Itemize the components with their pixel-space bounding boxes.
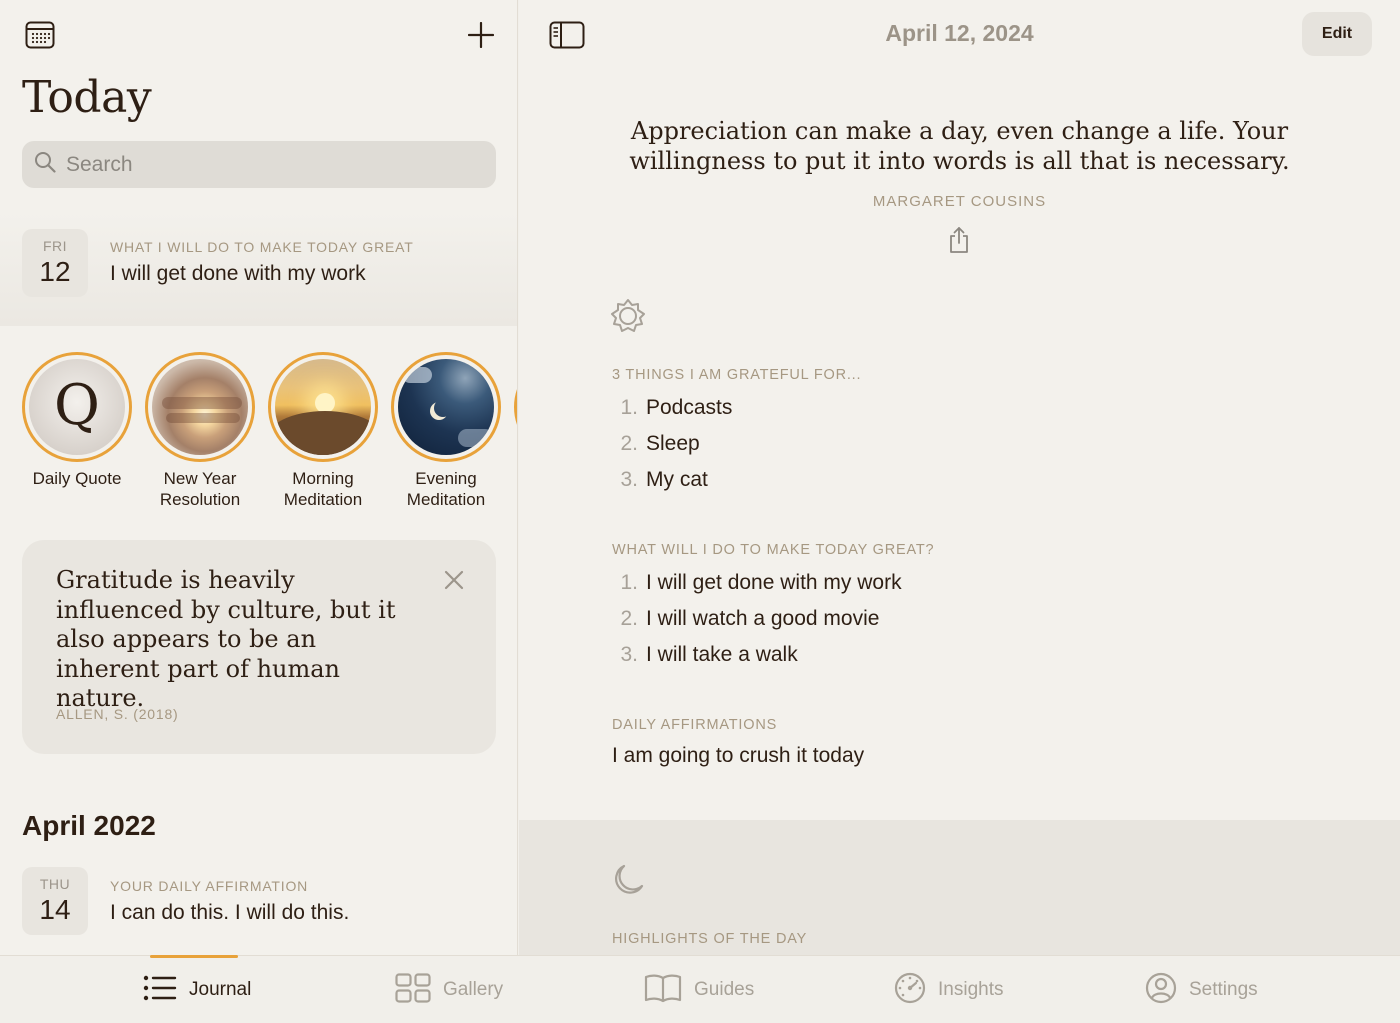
today-entry[interactable]: FRI 12 WHAT I WILL DO TO MAKE TODAY GREA…: [0, 212, 517, 326]
entry-text: I can do this. I will do this.: [110, 901, 350, 924]
affirmations-section-label: DAILY AFFIRMATIONS: [612, 717, 778, 733]
list-icon: [143, 975, 177, 1006]
list-item-text: My cat: [646, 468, 708, 491]
entry-day: 14: [39, 894, 71, 925]
entry-detail-pane: April 12, 2024 Edit Appreciation can mak…: [519, 0, 1400, 955]
story-label: New Year Resolution: [159, 469, 241, 509]
entry-day-of-week: FRI: [42, 238, 68, 254]
entry-label: WHAT I WILL DO TO MAKE TODAY GREAT: [110, 239, 414, 255]
story-next-partial[interactable]: [514, 352, 517, 462]
close-icon[interactable]: [442, 568, 466, 592]
affirmation-text[interactable]: I am going to crush it today: [612, 744, 864, 768]
entry-label: YOUR DAILY AFFIRMATION: [110, 878, 309, 894]
grateful-section-label: 3 THINGS I AM GRATEFUL FOR...: [612, 367, 862, 383]
gauge-icon: [894, 972, 926, 1009]
month-header: April 2022: [22, 810, 156, 841]
list-item[interactable]: 1. I will get done with my work: [612, 565, 902, 601]
sun-icon: [610, 298, 646, 334]
tab-insights[interactable]: Insights: [894, 956, 1003, 1023]
entry-date-title: April 12, 2024: [885, 20, 1034, 46]
search-placeholder: Search: [66, 152, 133, 176]
tab-label: Guides: [694, 979, 755, 1000]
moon-icon: [610, 862, 646, 898]
story-ring: Q: [22, 352, 132, 462]
list-item-text: I will watch a good movie: [646, 607, 880, 630]
search-icon: [34, 151, 56, 178]
prompt-stories: Q Daily Quote New Year Resolution Mornin…: [0, 352, 517, 522]
date-chip: THU 14: [22, 867, 88, 935]
tab-label: Gallery: [443, 979, 504, 1000]
story-label: Evening Meditation: [406, 469, 486, 509]
insight-text: Gratitude is heavily influenced by cultu…: [56, 566, 396, 712]
story-evening-meditation[interactable]: Evening Meditation: [391, 352, 501, 510]
journal-list-pane: Today Search FRI 12 WHAT I WILL DO TO MA…: [0, 0, 518, 955]
list-item-text: Podcasts: [646, 396, 733, 419]
story-daily-quote[interactable]: Q Daily Quote: [22, 352, 132, 489]
quote-glyph: Q: [54, 372, 100, 438]
search-input[interactable]: Search: [22, 141, 496, 188]
list-item[interactable]: 1. Podcasts: [612, 390, 732, 426]
tab-label: Journal: [189, 979, 252, 1000]
calendar-icon[interactable]: [24, 20, 56, 50]
date-chip: FRI 12: [22, 229, 88, 297]
entry-day-of-week: THU: [39, 876, 71, 892]
daily-quote-text: Appreciation can make a day, even change…: [629, 117, 1290, 175]
story-morning-meditation[interactable]: Morning Meditation: [268, 352, 378, 510]
tab-settings[interactable]: Settings: [1145, 956, 1258, 1023]
list-item[interactable]: 2. I will watch a good movie: [612, 601, 902, 637]
story-ring: [514, 352, 517, 462]
grateful-list: 1. Podcasts 2. Sleep 3. My cat: [612, 390, 732, 498]
story-new-year-resolution[interactable]: New Year Resolution: [145, 352, 255, 510]
tab-label: Insights: [938, 979, 1004, 1000]
highlights-section-label: HIGHLIGHTS OF THE DAY: [612, 931, 808, 947]
entry-text: I will get done with my work: [110, 262, 366, 285]
page-title: Today: [22, 72, 152, 123]
great-list: 1. I will get done with my work 2. I will …: [612, 565, 902, 673]
insight-source: ALLEN, S. (2018): [56, 706, 179, 722]
book-icon: [644, 973, 682, 1008]
tab-guides[interactable]: Guides: [644, 956, 754, 1023]
list-item-text: I will take a walk: [646, 643, 798, 666]
person-circle-icon: [1145, 972, 1177, 1009]
list-item[interactable]: 3. My cat: [612, 462, 732, 498]
grid-icon: [395, 972, 431, 1008]
story-label: Daily Quote: [32, 469, 122, 488]
entry-day: 12: [39, 256, 71, 287]
story-ring: [145, 352, 255, 462]
add-entry-icon[interactable]: [466, 20, 496, 50]
tab-journal[interactable]: Journal: [143, 956, 251, 1023]
evening-section: HIGHLIGHTS OF THE DAY: [519, 820, 1400, 955]
list-item-text: Sleep: [646, 432, 700, 455]
list-item[interactable]: 2. Sleep: [612, 426, 732, 462]
sunrise-mountains-image: [275, 359, 371, 455]
quote-author: MARGARET COUSINS: [872, 193, 1047, 210]
story-label: Morning Meditation: [283, 469, 363, 509]
story-ring: [391, 352, 501, 462]
insight-card: Gratitude is heavily influenced by cultu…: [22, 540, 496, 754]
edit-button[interactable]: Edit: [1302, 12, 1372, 56]
list-item-text: I will get done with my work: [646, 571, 902, 594]
share-icon[interactable]: [947, 226, 971, 254]
tab-label: Settings: [1189, 979, 1258, 1000]
past-entry[interactable]: THU 14 YOUR DAILY AFFIRMATION I can do t…: [0, 850, 517, 955]
night-moon-image: [398, 359, 494, 455]
great-section-label: WHAT WILL I DO TO MAKE TODAY GREAT?: [612, 542, 935, 558]
story-ring: [268, 352, 378, 462]
hands-sparkle-image: [152, 359, 248, 455]
list-item[interactable]: 3. I will take a walk: [612, 637, 902, 673]
tab-bar: Journal Gallery Guides Insights Settings: [0, 955, 1400, 1023]
tab-gallery[interactable]: Gallery: [395, 956, 503, 1023]
